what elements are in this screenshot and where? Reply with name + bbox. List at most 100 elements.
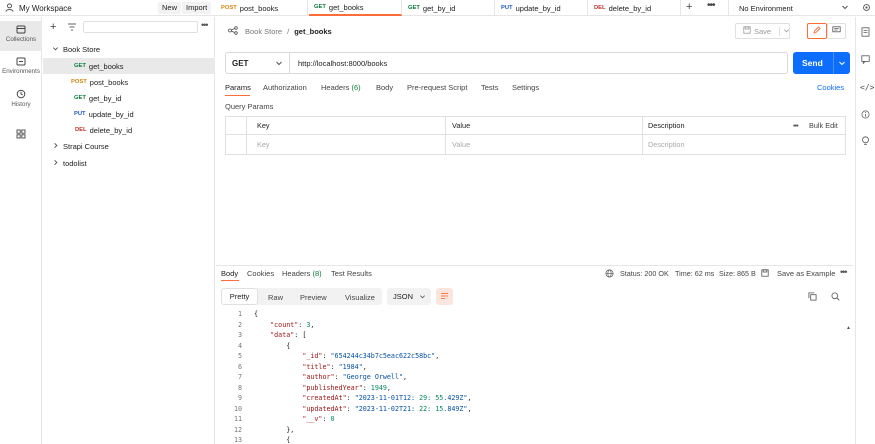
- code-icon[interactable]: </>: [860, 83, 874, 92]
- comments-button[interactable]: [827, 23, 846, 39]
- tab-method: PUT: [501, 5, 513, 11]
- params-description-input[interactable]: Description: [643, 135, 846, 155]
- rail-history[interactable]: History: [0, 85, 42, 115]
- breadcrumb-collection[interactable]: Book Store: [245, 27, 282, 36]
- tab-headers[interactable]: Headers (6): [321, 83, 361, 92]
- add-tab-icon[interactable]: +: [686, 1, 692, 13]
- main-panel: Book Store / get_books Save GET http://l…: [216, 17, 854, 444]
- tab-body[interactable]: Body: [376, 83, 393, 92]
- format-select[interactable]: JSON: [387, 288, 431, 305]
- left-rail: Collections Environments History: [0, 17, 42, 444]
- request-post-books[interactable]: POST post_books: [43, 74, 215, 90]
- rail-apps[interactable]: [0, 125, 42, 141]
- tab-post-books[interactable]: POST post_books: [216, 0, 308, 16]
- response-body-viewer[interactable]: 1{ 2 "count": 3, 3 "data": [ 4 { 5 "_id"…: [216, 308, 854, 444]
- rail-environments[interactable]: Environments: [0, 53, 42, 83]
- scroll-up-icon[interactable]: ▲: [846, 325, 851, 331]
- tab-method: GET: [408, 5, 420, 11]
- params-value-input[interactable]: Value: [446, 135, 643, 155]
- view-visualize[interactable]: Visualize: [345, 293, 375, 302]
- tab-update-by-id[interactable]: PUT update_by_id: [496, 0, 588, 16]
- tab-label: update_by_id: [515, 3, 561, 13]
- tab-authorization[interactable]: Authorization: [263, 83, 307, 92]
- request-update-by-id[interactable]: PUT update_by_id: [43, 106, 215, 122]
- bulk-edit-button[interactable]: Bulk Edit: [809, 121, 838, 130]
- params-key-input[interactable]: Key: [247, 135, 446, 155]
- params-row-check[interactable]: [226, 135, 247, 155]
- save-icon: [743, 26, 751, 36]
- response-tab-cookies[interactable]: Cookies: [247, 269, 274, 278]
- settings-icon[interactable]: [862, 3, 871, 14]
- sidebar-search-input[interactable]: [83, 21, 198, 33]
- add-collection-icon[interactable]: +: [50, 22, 56, 33]
- method-select[interactable]: GET: [225, 52, 289, 74]
- send-options-chevron-icon[interactable]: [833, 52, 850, 74]
- url-value: http://localhost:8000/books: [298, 58, 388, 68]
- response-tab-body[interactable]: Body: [221, 269, 238, 278]
- save-button[interactable]: Save: [735, 23, 790, 39]
- collection-strapi-course[interactable]: Strapi Course: [43, 138, 215, 154]
- cookies-link[interactable]: Cookies: [817, 83, 844, 92]
- breadcrumb-request[interactable]: get_books: [294, 27, 332, 36]
- tab-get-by-id[interactable]: GET get_by_id: [403, 0, 495, 16]
- code-text: "createdAt": "2023-11-01T12: 29: 55.429Z…: [302, 394, 472, 402]
- environment-selector[interactable]: No Environment: [728, 0, 855, 16]
- send-button[interactable]: Send: [793, 52, 850, 74]
- info-icon[interactable]: [861, 110, 870, 121]
- sidebar-more-icon[interactable]: •••: [201, 20, 209, 30]
- url-input[interactable]: http://localhost:8000/books: [289, 52, 788, 74]
- request-method: POST: [71, 79, 87, 85]
- code-line: 12 },: [233, 425, 295, 434]
- code-text: "_id": "654244c34b7c5eac622c58bc",: [302, 352, 440, 360]
- code-text: "author": "George Orwell",: [302, 373, 408, 381]
- response-tab-headers[interactable]: Headers (8): [282, 269, 322, 278]
- collection-todolist[interactable]: todolist: [43, 155, 215, 171]
- response-status[interactable]: Status: 200 OK: [620, 269, 669, 278]
- breadcrumb-separator: /: [287, 27, 290, 36]
- rail-collections[interactable]: Collections: [0, 21, 42, 51]
- tab-label: delete_by_id: [608, 3, 652, 13]
- import-button[interactable]: Import: [182, 2, 212, 14]
- new-button[interactable]: New: [158, 2, 182, 14]
- collection-label: todolist: [63, 158, 87, 168]
- apps-icon: [0, 129, 42, 139]
- more-tabs-icon[interactable]: •••: [707, 0, 715, 11]
- response-tab-test-results[interactable]: Test Results: [331, 269, 372, 278]
- search-icon[interactable]: [831, 292, 840, 303]
- response-size[interactable]: Size: 865 B: [719, 269, 756, 278]
- response-more-icon[interactable]: •••: [840, 267, 848, 277]
- response-time[interactable]: Time: 62 ms: [675, 269, 714, 278]
- tab-get-books[interactable]: GET get_books: [309, 0, 402, 16]
- collection-book-store[interactable]: Book Store: [43, 41, 215, 57]
- request-delete-by-id[interactable]: DEL delete_by_id: [43, 122, 215, 138]
- request-get-by-id[interactable]: GET get_by_id: [43, 90, 215, 106]
- tab-delete-by-id[interactable]: DEL delete_by_id: [589, 0, 681, 16]
- view-pretty[interactable]: Pretty: [221, 288, 258, 305]
- tab-params-label: Params: [225, 83, 251, 92]
- scrollbar[interactable]: ▲: [846, 325, 851, 444]
- workspace-title[interactable]: My Workspace: [19, 4, 72, 13]
- collection-icon: [228, 26, 238, 37]
- wrap-lines-icon: [440, 292, 449, 302]
- edit-button[interactable]: [807, 23, 827, 39]
- comment-icon[interactable]: [861, 55, 870, 66]
- request-get-books[interactable]: GET get_books: [43, 58, 215, 74]
- comment-icon: [832, 26, 841, 36]
- beautify-button[interactable]: [436, 288, 453, 305]
- save-label: Save: [754, 26, 772, 36]
- view-preview[interactable]: Preview: [300, 293, 327, 302]
- save-as-example-button[interactable]: Save as Example: [777, 269, 835, 278]
- tab-pre-request-script[interactable]: Pre-request Script: [407, 83, 467, 92]
- copy-icon[interactable]: [808, 292, 817, 303]
- view-raw[interactable]: Raw: [268, 293, 283, 302]
- tab-settings[interactable]: Settings: [512, 83, 539, 92]
- filter-icon[interactable]: [67, 23, 77, 33]
- tab-tests[interactable]: Tests: [481, 83, 499, 92]
- tab-params[interactable]: Params: [225, 83, 251, 92]
- more-icon[interactable]: •••: [793, 121, 799, 130]
- tab-label: post_books: [239, 3, 279, 13]
- params-value-header: Value: [446, 117, 643, 135]
- documentation-icon[interactable]: [861, 27, 870, 39]
- view-pretty-label: Pretty: [229, 292, 250, 301]
- lightbulb-icon[interactable]: [861, 136, 870, 148]
